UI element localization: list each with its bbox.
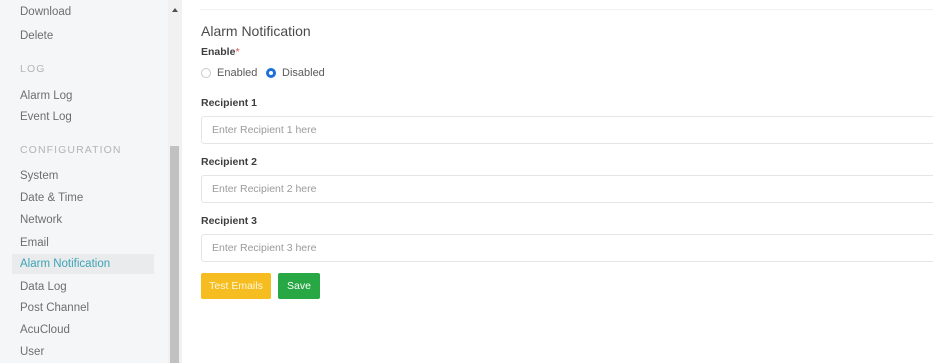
sidebar: Download Delete LOG Alarm Log Event Log …: [0, 0, 182, 363]
recipient-3-label: Recipient 3: [201, 215, 258, 227]
recipient-2-input[interactable]: [201, 175, 933, 203]
scroll-up-arrow-icon[interactable]: [172, 8, 178, 12]
sidebar-item-data-log[interactable]: Data Log: [20, 281, 67, 293]
recipient-2-label: Recipient 2: [201, 156, 258, 168]
divider: [200, 9, 933, 10]
enabled-radio-label[interactable]: Enabled: [217, 67, 257, 79]
save-button[interactable]: Save: [278, 273, 320, 299]
sidebar-scrollbar[interactable]: [168, 0, 182, 363]
sidebar-item-system[interactable]: System: [20, 170, 58, 182]
disabled-radio-label[interactable]: Disabled: [282, 67, 325, 79]
sidebar-section-log: LOG: [20, 63, 46, 75]
sidebar-item-alarm-notification[interactable]: Alarm Notification: [12, 254, 154, 274]
main-content: Alarm Notification Enable* Enabled Disab…: [182, 0, 933, 363]
sidebar-nav: Download Delete LOG Alarm Log Event Log …: [0, 0, 168, 363]
sidebar-item-date-time[interactable]: Date & Time: [20, 192, 83, 204]
required-mark: *: [235, 46, 240, 58]
sidebar-section-configuration: CONFIGURATION: [20, 144, 122, 156]
recipient-3-input[interactable]: [201, 234, 933, 262]
page-title: Alarm Notification: [201, 23, 311, 39]
sidebar-item-download[interactable]: Download: [20, 6, 71, 18]
sidebar-item-post-channel[interactable]: Post Channel: [20, 302, 89, 314]
sidebar-item-event-log[interactable]: Event Log: [20, 111, 72, 123]
enabled-radio[interactable]: [201, 68, 211, 78]
sidebar-item-user[interactable]: User: [20, 346, 44, 358]
sidebar-item-network[interactable]: Network: [20, 214, 62, 226]
scrollbar-thumb[interactable]: [170, 146, 179, 363]
sidebar-item-delete[interactable]: Delete: [20, 30, 53, 42]
recipient-1-input[interactable]: [201, 116, 933, 144]
enable-label-text: Enable: [201, 46, 236, 58]
disabled-radio[interactable]: [266, 68, 276, 78]
sidebar-item-acucloud[interactable]: AcuCloud: [20, 324, 70, 336]
enable-label: Enable*: [201, 46, 240, 58]
recipient-1-label: Recipient 1: [201, 97, 258, 109]
sidebar-item-alarm-log[interactable]: Alarm Log: [20, 90, 72, 102]
test-emails-button[interactable]: Test Emails: [201, 273, 271, 299]
sidebar-item-email[interactable]: Email: [20, 237, 49, 249]
